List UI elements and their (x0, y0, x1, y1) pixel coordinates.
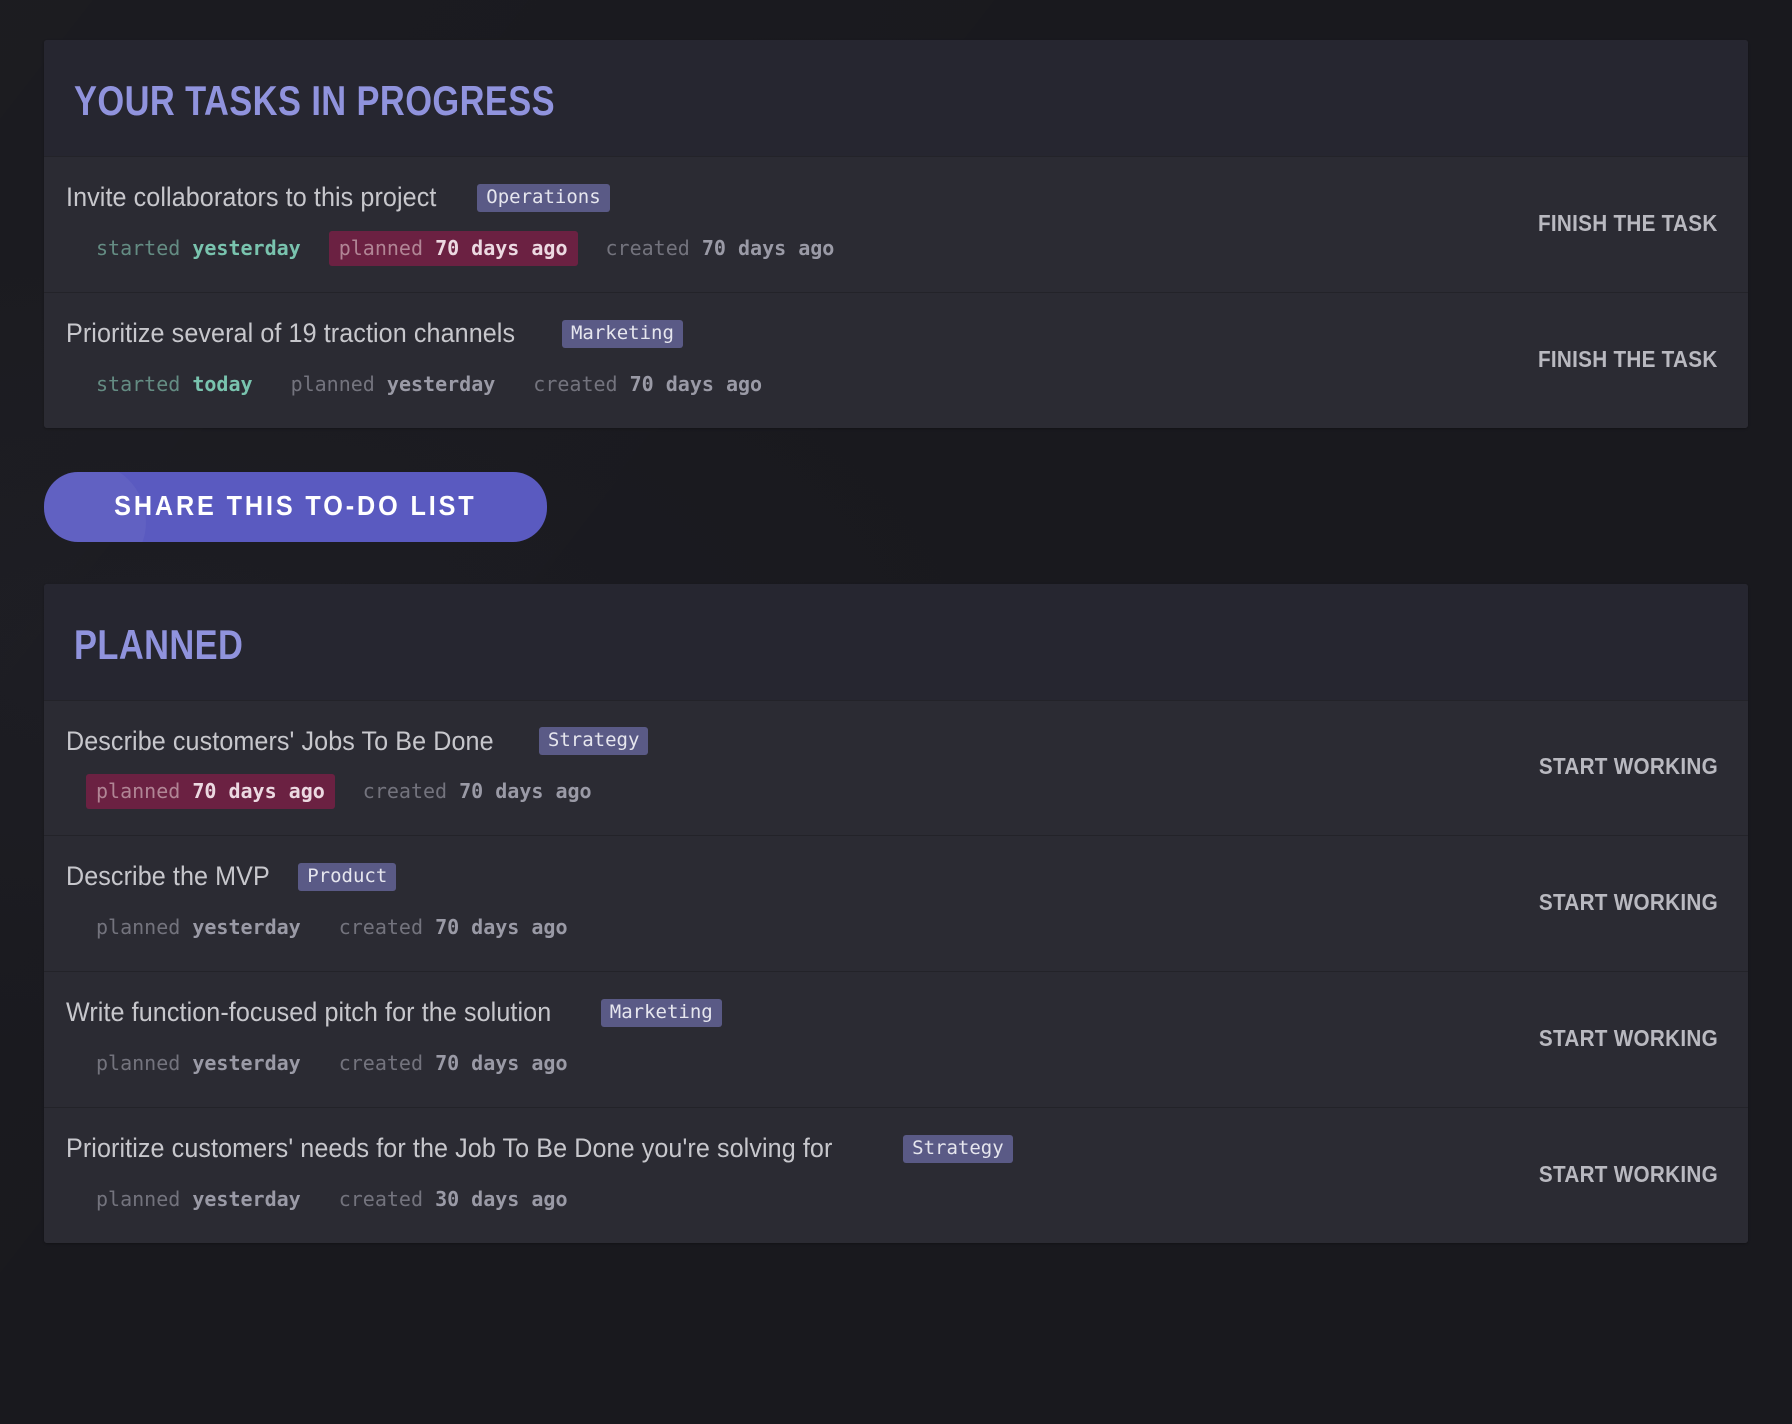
task-meta-planned: planned yesterday (86, 1046, 311, 1081)
meta-key: planned (338, 235, 424, 260)
task-title-line: Prioritize several of 19 traction channe… (66, 317, 1488, 351)
task-title: Describe the MVP (66, 861, 270, 892)
meta-value: yesterday (192, 1050, 301, 1075)
task-title-line: Invite collaborators to this project Oper… (66, 181, 1488, 215)
task-category-tag[interactable]: Strategy (903, 1134, 1013, 1163)
meta-value: 70 days ago (435, 915, 568, 939)
task-category-tag[interactable]: Marketing (600, 998, 722, 1027)
meta-value: yesterday (192, 1186, 301, 1211)
share-button-label: SHARE THIS TO-DO LIST (114, 489, 477, 521)
meta-key: created (362, 779, 448, 804)
meta-key: created (338, 1050, 424, 1075)
task-action-button[interactable]: FINISH THE TASK (1538, 346, 1718, 373)
task-meta-line: planned 70 days ago created 70 days ago (66, 774, 1489, 810)
meta-key: created (533, 371, 618, 396)
task-row[interactable]: Invite collaborators to this project Oper… (44, 157, 1748, 293)
task-list-planned: Describe customers' Jobs To Be Done Strat… (44, 700, 1748, 1243)
task-meta-started: started yesterday (86, 231, 311, 266)
meta-key: created (338, 915, 424, 939)
task-row[interactable]: Write function-focused pitch for the sol… (44, 972, 1748, 1108)
meta-value: 70 days ago (629, 371, 763, 396)
task-content: Invite collaborators to this project Oper… (66, 181, 1488, 266)
meta-key: planned (96, 779, 181, 804)
task-meta-created: created 70 days ago (523, 367, 772, 402)
meta-key: created (605, 235, 690, 260)
share-todo-list-button[interactable]: SHARE THIS TO-DO LIST (44, 471, 547, 542)
task-content: Describe the MVP Product planned yesterday… (66, 860, 1489, 945)
section-header-planned: PLANNED (44, 583, 1748, 701)
task-title: Describe customers' Jobs To Be Done (66, 725, 494, 756)
task-meta-created: created 70 days ago (596, 231, 845, 266)
task-row[interactable]: Prioritize customers' needs for the Job … (44, 1107, 1748, 1243)
task-meta-planned: planned yesterday (86, 1182, 311, 1217)
meta-value: yesterday (192, 235, 301, 260)
task-meta-line: planned yesterday created 30 days ago (66, 1182, 1489, 1217)
task-meta-line: started yesterday planned 70 days ago crea… (66, 230, 1488, 266)
meta-key: started (96, 371, 181, 396)
meta-key: planned (96, 1186, 181, 1211)
meta-key: created (338, 1186, 424, 1211)
task-title: Write function-focused pitch for the sol… (66, 997, 552, 1027)
task-row[interactable]: Describe customers' Jobs To Be Done Strat… (44, 700, 1748, 837)
task-title: Invite collaborators to this project (66, 182, 437, 212)
meta-value: today (192, 371, 253, 396)
todo-page: YOUR TASKS IN PROGRESS Invite collaborat… (0, 0, 1792, 1424)
task-title-line: Describe the MVP Product (66, 860, 1489, 894)
task-list-in-progress: Invite collaborators to this project Oper… (44, 157, 1748, 428)
meta-key: planned (96, 1050, 181, 1075)
task-category-tag[interactable]: Operations (477, 183, 610, 212)
task-content: Prioritize customers' needs for the Job … (66, 1132, 1489, 1217)
task-action-button[interactable]: START WORKING (1539, 1161, 1718, 1188)
task-meta-started: started today (86, 367, 263, 402)
meta-value: yesterday (192, 915, 301, 939)
task-meta-created: created 70 days ago (353, 774, 602, 809)
task-action-button[interactable]: START WORKING (1539, 753, 1718, 780)
meta-key: planned (290, 371, 375, 396)
task-action-button[interactable]: FINISH THE TASK (1538, 210, 1718, 237)
task-title-line: Prioritize customers' needs for the Job … (66, 1132, 1489, 1166)
task-action-button[interactable]: START WORKING (1539, 1025, 1718, 1052)
meta-value: 70 days ago (459, 779, 592, 804)
task-meta-line: planned yesterday created 70 days ago (66, 910, 1489, 945)
task-title-line: Describe customers' Jobs To Be Done Strat… (66, 725, 1489, 759)
meta-key: started (96, 235, 181, 260)
meta-value: 70 days ago (192, 779, 325, 804)
task-meta-created: created 70 days ago (329, 1046, 578, 1081)
task-row[interactable]: Describe the MVP Product planned yesterday… (44, 836, 1748, 972)
meta-value: yesterday (386, 371, 496, 396)
section-title-in-progress: YOUR TASKS IN PROGRESS (74, 77, 556, 124)
section-card-in-progress: YOUR TASKS IN PROGRESS Invite collaborat… (44, 40, 1748, 428)
task-content: Describe customers' Jobs To Be Done Strat… (66, 725, 1489, 810)
section-header-in-progress: YOUR TASKS IN PROGRESS (44, 40, 1748, 157)
task-meta-planned: planned 70 days ago (328, 230, 578, 266)
meta-key: planned (96, 915, 181, 939)
task-row[interactable]: Prioritize several of 19 traction channe… (44, 292, 1748, 428)
section-card-planned: PLANNED Describe customers' Jobs To Be D… (44, 583, 1748, 1243)
meta-value: 70 days ago (701, 235, 835, 260)
meta-value: 70 days ago (435, 1050, 568, 1075)
task-title: Prioritize customers' needs for the Job … (66, 1132, 833, 1163)
task-category-tag[interactable]: Strategy (538, 727, 649, 756)
task-content: Prioritize several of 19 traction channe… (66, 317, 1488, 402)
meta-value: 30 days ago (435, 1186, 568, 1211)
task-meta-line: planned yesterday created 70 days ago (66, 1046, 1489, 1081)
task-meta-created: created 30 days ago (329, 1182, 578, 1217)
share-button-container: SHARE THIS TO-DO LIST (44, 428, 1748, 584)
task-content: Write function-focused pitch for the sol… (66, 996, 1489, 1081)
task-title-line: Write function-focused pitch for the sol… (66, 996, 1489, 1030)
task-title: Prioritize several of 19 traction channe… (66, 317, 516, 348)
section-title-planned: PLANNED (74, 620, 244, 668)
meta-value: 70 days ago (435, 235, 568, 260)
task-meta-line: started today planned yesterday created 70… (66, 367, 1488, 402)
task-meta-planned: planned 70 days ago (86, 774, 335, 810)
task-meta-planned: planned yesterday (86, 910, 311, 945)
task-meta-created: created 70 days ago (329, 910, 578, 945)
task-action-button[interactable]: START WORKING (1539, 889, 1718, 916)
task-category-tag[interactable]: Product (298, 863, 397, 892)
task-category-tag[interactable]: Marketing (561, 319, 683, 348)
task-meta-planned: planned yesterday (281, 367, 506, 402)
